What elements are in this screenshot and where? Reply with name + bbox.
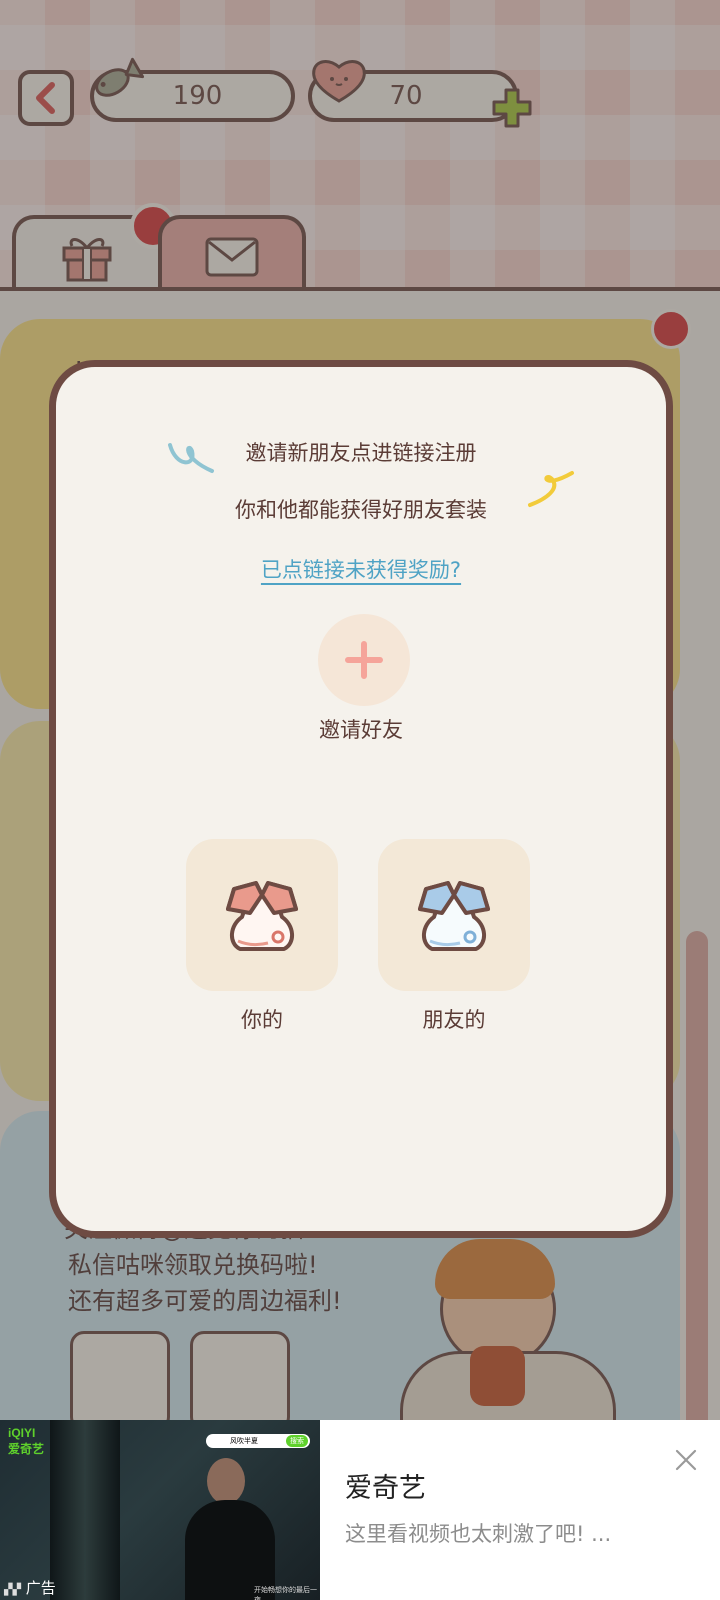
reward-label-friends: 朋友的 <box>422 1008 486 1032</box>
invite-dialog: 邀请新朋友点进链接注册 你和他都能获得好朋友套装 已点链接未获得奖励? 邀请好友… <box>49 360 673 1238</box>
ad-video-thumbnail[interactable]: iQIYI 爱奇艺 风吹半夏 搜索 开始畅想你的最后一夜 ▞▞ 广告 <box>0 1420 320 1600</box>
reward-box-yours <box>186 839 338 991</box>
ad-brand-logo: iQIYI 爱奇艺 <box>8 1426 45 1456</box>
invite-friend-button[interactable] <box>318 614 410 706</box>
ad-search-bar: 风吹半夏 搜索 <box>206 1434 310 1448</box>
reward-label-yours: 你的 <box>241 1008 283 1032</box>
plus-icon <box>345 641 383 679</box>
ad-tag-icon: ▞▞ <box>4 1583 21 1596</box>
ad-scene <box>50 1420 120 1600</box>
invite-description-line1: 邀请新朋友点进链接注册 <box>245 441 477 465</box>
close-icon <box>675 1449 697 1471</box>
ad-close-button[interactable] <box>672 1446 700 1474</box>
blue-outfit-icon <box>418 881 490 951</box>
invite-description-line2: 你和他都能获得好朋友套装 <box>235 498 487 522</box>
missing-reward-link[interactable]: 已点链接未获得奖励? <box>56 554 666 584</box>
ad-title[interactable]: 爱奇艺 <box>345 1466 426 1505</box>
ad-tag: ▞▞ 广告 <box>4 1579 56 1597</box>
ad-person <box>185 1458 275 1600</box>
ad-caption: 开始畅想你的最后一夜 <box>254 1586 317 1600</box>
reward-box-friends <box>378 839 530 991</box>
ad-description[interactable]: 这里看视频也太刺激了吧! ... <box>345 1518 611 1548</box>
ad-banner[interactable]: iQIYI 爱奇艺 风吹半夏 搜索 开始畅想你的最后一夜 ▞▞ 广告 爱奇艺 这… <box>0 1420 720 1600</box>
invite-friend-label: 邀请好友 <box>319 718 403 742</box>
pink-outfit-icon <box>226 881 298 951</box>
